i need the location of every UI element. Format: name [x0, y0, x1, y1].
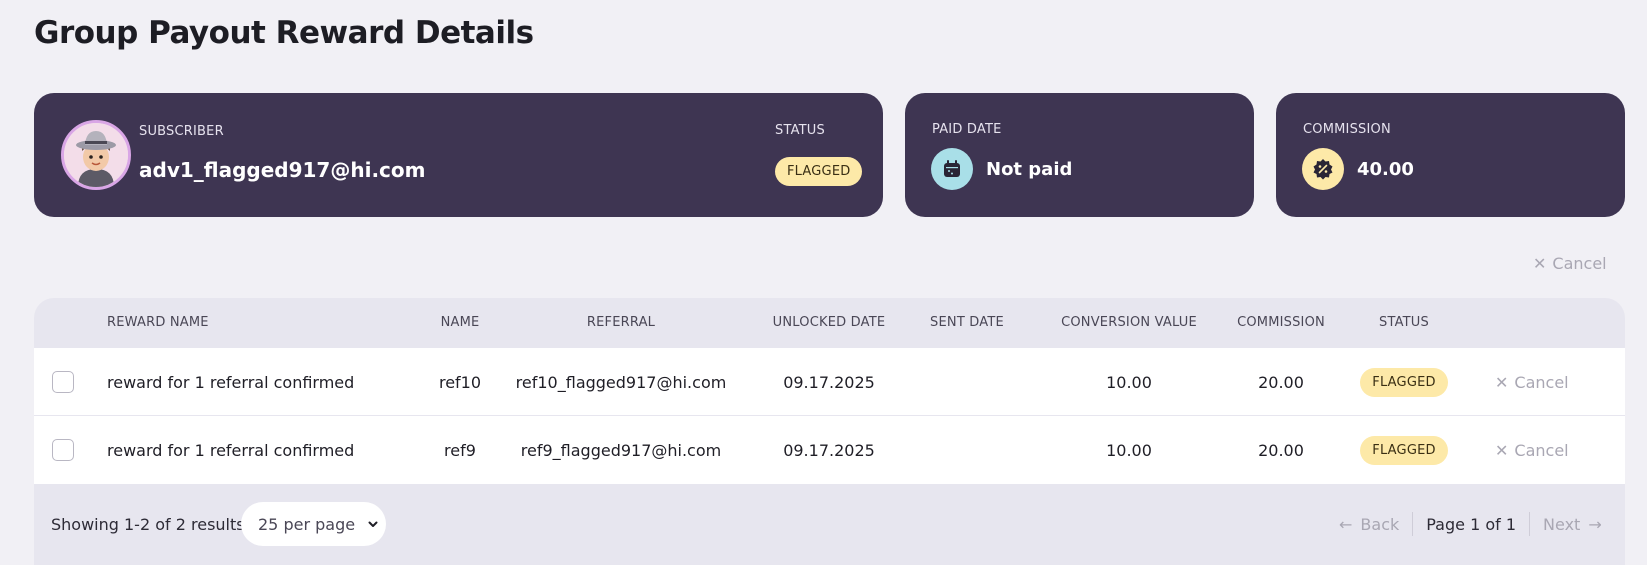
status-badge: FLAGGED	[775, 157, 863, 186]
table-row: reward for 1 referral confirmed ref9 ref…	[34, 416, 1625, 484]
reward-name-cell: reward for 1 referral confirmed	[107, 440, 355, 460]
subscriber-card: SUBSCRIBER adv1_flagged917@hi.com STATUS…	[34, 93, 883, 217]
subscriber-label: SUBSCRIBER	[139, 124, 224, 139]
table-row: reward for 1 referral confirmed ref10 re…	[34, 348, 1625, 416]
calendar-icon	[931, 148, 973, 190]
pager-divider	[1412, 512, 1414, 536]
row-cancel-label: Cancel	[1514, 372, 1569, 392]
page-title: Group Payout Reward Details	[34, 15, 534, 51]
back-button[interactable]: ← Back	[1339, 515, 1399, 534]
status-badge-wrap: FLAGGED	[775, 157, 863, 186]
col-conversion-value[interactable]: CONVERSION VALUE	[1034, 315, 1224, 330]
name-cell: ref9	[444, 440, 476, 460]
conversion-value-cell: 10.00	[1106, 440, 1152, 460]
arrow-right-icon: →	[1588, 514, 1602, 534]
paid-date-label: PAID DATE	[932, 122, 1002, 137]
row-checkbox[interactable]	[52, 439, 74, 461]
referral-cell: ref9_flagged917@hi.com	[520, 440, 722, 460]
close-icon: ✕	[1495, 372, 1509, 392]
col-unlocked-date[interactable]: UNLOCKED DATE	[749, 315, 909, 330]
page-info: Page 1 of 1	[1426, 514, 1517, 534]
referral-cell: ref10_flagged917@hi.com	[515, 372, 727, 392]
col-commission[interactable]: COMMISSION	[1206, 315, 1356, 330]
unlocked-date-cell: 09.17.2025	[783, 372, 875, 392]
col-status[interactable]: STATUS	[1344, 315, 1464, 330]
col-sent-date[interactable]: SENT DATE	[907, 315, 1027, 330]
results-summary: Showing 1-2 of 2 results	[51, 515, 245, 534]
subscriber-email: adv1_flagged917@hi.com	[139, 158, 426, 182]
next-button[interactable]: Next →	[1543, 515, 1602, 534]
row-cancel-label: Cancel	[1514, 440, 1569, 460]
avatar	[61, 120, 131, 190]
status-cell: FLAGGED	[1344, 416, 1464, 484]
pager-divider	[1529, 512, 1531, 536]
commission-cell: 20.00	[1258, 440, 1304, 460]
paid-date-value: Not paid	[986, 159, 1073, 180]
col-name[interactable]: NAME	[410, 315, 510, 330]
commission-card: COMMISSION 40.00	[1276, 93, 1625, 217]
close-icon: ✕	[1533, 254, 1547, 273]
sent-date-cell	[907, 348, 1027, 416]
back-label: Back	[1360, 514, 1400, 534]
next-label: Next	[1543, 514, 1581, 534]
unlocked-date-cell: 09.17.2025	[783, 440, 875, 460]
chevron-down-icon	[368, 521, 378, 527]
row-cancel-button[interactable]: ✕ Cancel	[1495, 416, 1569, 484]
commission-cell: 20.00	[1258, 372, 1304, 392]
col-reward-name[interactable]: REWARD NAME	[107, 315, 209, 330]
sent-date-cell	[907, 416, 1027, 484]
paid-date-card: PAID DATE Not paid	[905, 93, 1254, 217]
cancel-all-button[interactable]: ✕ Cancel	[1533, 254, 1607, 273]
status-cell: FLAGGED	[1344, 348, 1464, 416]
status-badge: FLAGGED	[1360, 435, 1448, 465]
pagination: ← Back Page 1 of 1 Next →	[1339, 502, 1602, 546]
status-label: STATUS	[775, 123, 825, 138]
cancel-all-label: Cancel	[1552, 254, 1607, 273]
col-referral[interactable]: REFERRAL	[501, 315, 741, 330]
avatar-image	[64, 123, 128, 187]
row-checkbox[interactable]	[52, 371, 74, 393]
commission-label: COMMISSION	[1303, 122, 1391, 137]
status-badge: FLAGGED	[1360, 367, 1448, 397]
commission-value: 40.00	[1357, 159, 1414, 180]
discount-badge-icon	[1302, 148, 1344, 190]
close-icon: ✕	[1495, 440, 1509, 460]
arrow-left-icon: ←	[1339, 514, 1353, 534]
reward-name-cell: reward for 1 referral confirmed	[107, 372, 355, 392]
conversion-value-cell: 10.00	[1106, 372, 1152, 392]
per-page-value: 25 per page	[258, 514, 356, 534]
rewards-table: REWARD NAME NAME REFERRAL UNLOCKED DATE …	[34, 298, 1625, 565]
per-page-select[interactable]: 25 per page	[241, 502, 386, 546]
row-cancel-button[interactable]: ✕ Cancel	[1495, 348, 1569, 416]
name-cell: ref10	[438, 372, 482, 392]
